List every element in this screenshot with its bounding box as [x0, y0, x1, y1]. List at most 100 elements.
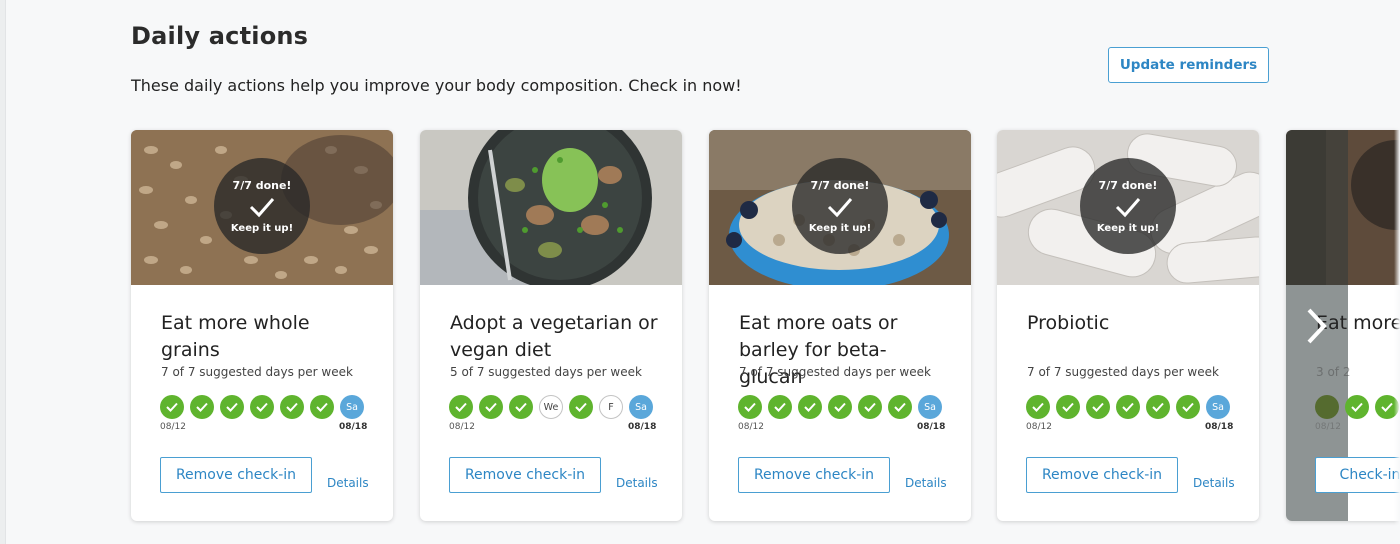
- date-end: 08/18: [628, 422, 657, 432]
- action-card-oats: 7/7 done! Keep it up! Eat more oats or b…: [709, 130, 971, 521]
- day-empty[interactable]: F: [599, 395, 623, 419]
- check-icon: [166, 402, 178, 412]
- check-icon: [1381, 402, 1393, 412]
- card-frequency: 7 of 7 suggested days per week: [1027, 365, 1219, 379]
- check-icon: [1062, 402, 1074, 412]
- day-today[interactable]: Sa: [340, 395, 364, 419]
- day-today[interactable]: Sa: [629, 395, 653, 419]
- date-end: 08/18: [339, 422, 368, 432]
- day-done[interactable]: [1056, 395, 1080, 419]
- check-icon: [1351, 402, 1363, 412]
- carousel-fade: [1394, 120, 1400, 530]
- checkmark-icon: [1115, 197, 1141, 217]
- day-done[interactable]: [250, 395, 274, 419]
- day-done[interactable]: [220, 395, 244, 419]
- day-done[interactable]: [1146, 395, 1170, 419]
- details-link[interactable]: Details: [905, 476, 947, 490]
- card-title: Probiotic: [1027, 312, 1110, 334]
- day-done[interactable]: [569, 395, 593, 419]
- day-done[interactable]: [858, 395, 882, 419]
- remove-check-in-button[interactable]: Remove check-in: [449, 457, 601, 493]
- check-icon: [286, 402, 298, 412]
- date-start: 08/12: [1026, 422, 1052, 432]
- done-text: 7/7 done!: [232, 178, 292, 192]
- chevron-right-icon[interactable]: [1302, 306, 1332, 346]
- day-tracker: Sa: [738, 395, 942, 419]
- day-done[interactable]: [449, 395, 473, 419]
- details-link[interactable]: Details: [1193, 476, 1235, 490]
- day-done[interactable]: [479, 395, 503, 419]
- day-done[interactable]: [768, 395, 792, 419]
- check-icon: [316, 402, 328, 412]
- day-done[interactable]: [280, 395, 304, 419]
- details-link[interactable]: Details: [327, 476, 369, 490]
- update-reminders-button[interactable]: Update reminders: [1108, 47, 1269, 83]
- day-done[interactable]: [310, 395, 334, 419]
- day-today[interactable]: Sa: [918, 395, 942, 419]
- check-in-button[interactable]: Check-in: [1315, 457, 1400, 493]
- day-done[interactable]: [1086, 395, 1110, 419]
- capsules-image: 7/7 done! Keep it up!: [997, 130, 1259, 285]
- details-link[interactable]: Details: [616, 476, 658, 490]
- day-done[interactable]: [1026, 395, 1050, 419]
- check-icon: [196, 402, 208, 412]
- done-text: 7/7 done!: [1098, 178, 1158, 192]
- day-done[interactable]: [1345, 395, 1369, 419]
- done-badge: 7/7 done! Keep it up!: [792, 158, 888, 254]
- day-done[interactable]: [888, 395, 912, 419]
- action-card-vegetarian: Adopt a vegetarian or vegan diet 5 of 7 …: [420, 130, 682, 521]
- check-icon: [226, 402, 238, 412]
- keep-text: Keep it up!: [1096, 222, 1160, 234]
- keep-text: Keep it up!: [808, 222, 872, 234]
- done-badge: 7/7 done! Keep it up!: [1080, 158, 1176, 254]
- check-icon: [804, 402, 816, 412]
- check-icon: [515, 402, 527, 412]
- day-done[interactable]: [509, 395, 533, 419]
- check-icon: [864, 402, 876, 412]
- remove-check-in-button[interactable]: Remove check-in: [1026, 457, 1178, 493]
- check-icon: [575, 402, 587, 412]
- keep-text: Keep it up!: [230, 222, 294, 234]
- day-today[interactable]: Sa: [1206, 395, 1230, 419]
- day-done[interactable]: [1116, 395, 1140, 419]
- checkmark-icon: [249, 197, 275, 217]
- card-frequency: 3 of 2: [1316, 365, 1351, 379]
- oats-bowl-image: 7/7 done! Keep it up!: [709, 130, 971, 285]
- date-start: 08/12: [160, 422, 186, 432]
- remove-check-in-button[interactable]: Remove check-in: [160, 457, 312, 493]
- day-done[interactable]: [828, 395, 852, 419]
- check-icon: [774, 402, 786, 412]
- action-card-probiotic: 7/7 done! Keep it up! Probiotic 7 of 7 s…: [997, 130, 1259, 521]
- remove-check-in-button[interactable]: Remove check-in: [738, 457, 890, 493]
- check-icon: [744, 402, 756, 412]
- done-badge: 7/7 done! Keep it up!: [214, 158, 310, 254]
- check-icon: [256, 402, 268, 412]
- day-done[interactable]: [160, 395, 184, 419]
- veggie-bowl-image: [420, 130, 682, 285]
- date-end: 08/18: [917, 422, 946, 432]
- day-done[interactable]: [798, 395, 822, 419]
- done-text: 7/7 done!: [810, 178, 870, 192]
- check-icon: [1152, 402, 1164, 412]
- day-done[interactable]: [190, 395, 214, 419]
- day-tracker: Sa: [160, 395, 364, 419]
- page-subtitle: These daily actions help you improve you…: [131, 76, 742, 95]
- card-frequency: 7 of 7 suggested days per week: [161, 365, 353, 379]
- check-icon: [1032, 402, 1044, 412]
- day-empty[interactable]: We: [539, 395, 563, 419]
- check-icon: [1182, 402, 1194, 412]
- day-tracker: Sa: [1026, 395, 1230, 419]
- card-frequency: 7 of 7 suggested days per week: [739, 365, 931, 379]
- page-title: Daily actions: [131, 22, 309, 50]
- check-icon: [485, 402, 497, 412]
- day-done[interactable]: [1176, 395, 1200, 419]
- checkmark-icon: [827, 197, 853, 217]
- day-done[interactable]: [738, 395, 762, 419]
- date-start: 08/12: [449, 422, 475, 432]
- day-pending[interactable]: [1315, 395, 1339, 419]
- grains-image: 7/7 done! Keep it up!: [131, 130, 393, 285]
- date-start: 08/12: [738, 422, 764, 432]
- check-icon: [894, 402, 906, 412]
- date-start: 08/12: [1315, 422, 1341, 432]
- date-end: 08/18: [1205, 422, 1234, 432]
